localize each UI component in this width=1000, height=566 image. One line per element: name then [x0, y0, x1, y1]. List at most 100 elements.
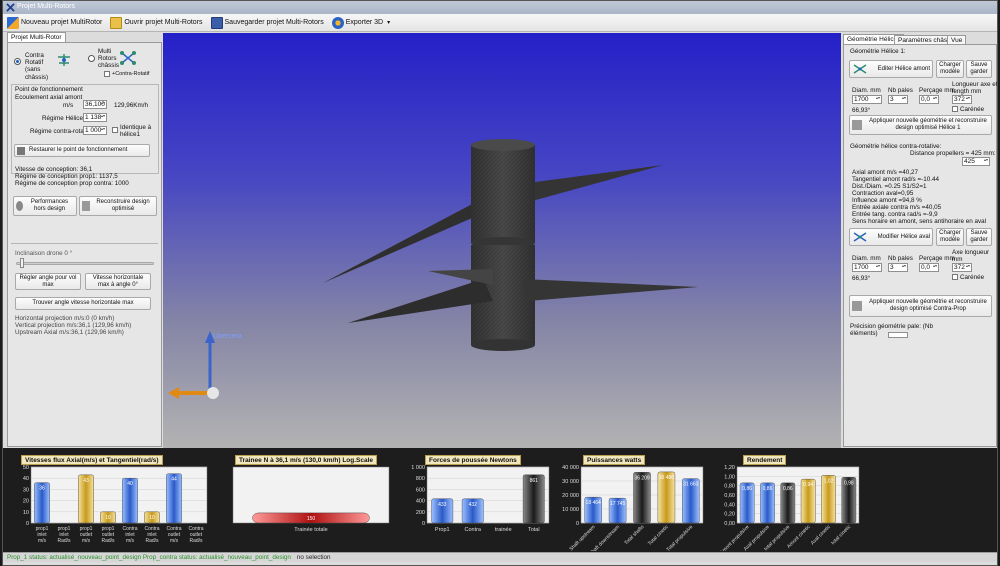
chart-flux-speeds: 50 40 30 20 10 0 36 prop1 inlet m/s prop1 inlet Rad/…: [23, 465, 208, 544]
perf-icon: [16, 201, 23, 211]
radio-contra-rotatif-label: Contra Rotatif (sans châssis): [25, 52, 49, 81]
precision-select[interactable]: [888, 332, 908, 338]
carenee-checkbox[interactable]: [952, 106, 958, 112]
y-tick-label: 600: [416, 487, 425, 493]
axial-speed-input[interactable]: 36,100: [83, 100, 107, 109]
y-tick-label: 20 000: [562, 493, 579, 499]
new-project-button[interactable]: Nouveau projet MultiRotor: [7, 16, 102, 29]
radio-contra-rotatif[interactable]: [14, 58, 21, 65]
status-bar: Prop_1 status: actualisé_nouveau_point_d…: [3, 552, 997, 562]
export-3d-icon: [331, 16, 344, 29]
performances-button[interactable]: Performances hors design: [13, 196, 77, 216]
data-label: 150: [307, 516, 316, 522]
identical-checkbox[interactable]: [112, 127, 118, 133]
regime1-label: Régime Hélice1: [42, 115, 87, 122]
y-tick-label: 0,40: [724, 502, 735, 508]
y-tick-label: 1,20: [724, 465, 735, 471]
chart-power: 40 000 30 000 20 000 10 000 0 18 464 Shaft ups…: [562, 465, 704, 551]
angle2-value: 66,93°: [852, 275, 871, 282]
save-project-button[interactable]: Sauvegarder projet Multi-Rotors: [210, 16, 324, 29]
y-tick-label: 800: [416, 476, 425, 482]
diam2-input[interactable]: 1700: [852, 263, 882, 272]
data-label: 31 663: [683, 482, 699, 488]
edit-helice-amont-button[interactable]: Editer Hélice amont: [849, 60, 933, 78]
diam-input[interactable]: 1700: [852, 95, 882, 104]
axial-kmh-value: 129,96Km/h: [114, 102, 148, 109]
percage2-input[interactable]: 0,0: [919, 263, 939, 272]
angle-vol-max-button[interactable]: Régler angle pour vol max: [15, 273, 81, 290]
nb-pales-label: Nb pales: [888, 87, 913, 94]
x-tick-label: prop1 inlet m/s: [36, 526, 49, 544]
save-icon: [210, 16, 223, 29]
identical-label: Identique à hélice1: [120, 124, 152, 139]
app-window: Projet Multi-Rotors Nouveau projet Multi…: [2, 0, 998, 566]
percage-input[interactable]: 0,0: [919, 95, 939, 104]
vitesse-max-button[interactable]: Vitesse horizontale max à angle 0°: [85, 273, 151, 290]
y-tick-label: 400: [416, 499, 425, 505]
y-tick-label: 0: [576, 521, 579, 527]
diam-label: Diam. mm: [852, 87, 881, 94]
x-tick-label: prop1 inlet Rad/s: [57, 526, 71, 544]
contra-rotatif-checkbox-label: +Contra-Rotatif: [112, 71, 150, 77]
data-label: 10: [105, 515, 111, 521]
restore-operating-point-button[interactable]: Restaurer le point de fonctionnement: [14, 144, 150, 157]
reconstruct-icon: [82, 201, 91, 211]
x-tick-label: prop1 outlet m/s: [80, 526, 93, 544]
regime-contra-input[interactable]: 1 000: [83, 126, 107, 135]
data-label: 0,94: [803, 482, 813, 488]
inclination-slider-thumb[interactable]: [20, 258, 24, 268]
contra-rotatif-checkbox[interactable]: [104, 71, 110, 77]
x-tick-label: Contra inlet Rad/s: [144, 526, 159, 544]
left-panel: Contra Rotatif (sans châssis) Multi Roto…: [7, 42, 162, 447]
y-tick-label: 0: [422, 521, 425, 527]
y-tick-label: 1,00: [724, 474, 735, 480]
save-model-button[interactable]: Sauve garder: [966, 60, 992, 78]
load-model2-button[interactable]: Charger modèle: [936, 228, 964, 246]
regime1-input[interactable]: 1 138: [83, 113, 107, 122]
reconstruct-button[interactable]: Reconstruire design optimisé: [79, 196, 157, 216]
save-model2-button[interactable]: Sauve garder: [966, 228, 992, 246]
x-tick-label: Contra: [464, 527, 481, 533]
x-tick-label: Contra outlet m/s: [166, 526, 181, 544]
propeller-3d-model: Upersera: [168, 139, 698, 399]
angle1-value: 66,93°: [852, 107, 871, 114]
percage-label: Perçage mm: [919, 87, 955, 94]
info-line-7: Sens horaire en amont, sens antihoraire …: [852, 218, 987, 225]
axe2-input[interactable]: 372: [952, 263, 972, 272]
inclination-slider[interactable]: [16, 262, 154, 265]
y-tick-label: 40 000: [562, 465, 579, 471]
longueur-input[interactable]: 372: [952, 95, 972, 104]
data-label: 432: [469, 502, 478, 508]
data-label: 36: [39, 486, 45, 492]
geom1-title: Géométrie Hélice 1:: [850, 48, 906, 55]
apply-geometry-contra-button[interactable]: Appliquer nouvelle géométrie et reconstr…: [849, 295, 992, 317]
nb-pales2-input[interactable]: 3: [888, 263, 908, 272]
y-tick-label: 30: [23, 487, 29, 493]
export-3d-button[interactable]: Exporter 3D ▾: [331, 16, 391, 29]
distance-input[interactable]: 425: [962, 157, 990, 166]
inclination-label: Inclinaison drone 0 °: [15, 250, 73, 257]
radio-multi-rotors[interactable]: [88, 55, 95, 62]
apply-geometry-helice1-button[interactable]: Appliquer nouvelle géométrie et reconstr…: [849, 115, 992, 135]
data-label: 40: [127, 481, 133, 487]
find-angle-button[interactable]: Trouver angle vitesse horizontale max: [15, 297, 151, 310]
3d-viewport[interactable]: Upersera: [163, 33, 841, 448]
new-project-icon: [7, 16, 19, 29]
y-tick-label: 40: [23, 476, 29, 482]
carenee2-checkbox[interactable]: [952, 274, 958, 280]
x-tick-label: prop1 outlet Rad/s: [101, 526, 115, 544]
diam2-label: Diam. mm: [852, 255, 881, 262]
axis-gizmo[interactable]: [168, 331, 219, 399]
modify-helice-aval-button[interactable]: Modifier Hélice aval: [849, 228, 933, 246]
load-model-button[interactable]: Charger modèle: [936, 60, 964, 78]
data-label: 0,86: [783, 486, 793, 492]
y-tick-label: 1 000: [411, 465, 425, 471]
chevron-down-icon: ▾: [387, 20, 391, 26]
data-label: 433: [438, 502, 447, 508]
open-project-button[interactable]: Ouvrir projet Multi-Rotors: [110, 16, 203, 29]
carenee2-label: Carénée: [960, 274, 985, 281]
x-tick-label: Total propulsive: [665, 524, 694, 551]
x-tick-label: Trainée totale: [294, 527, 327, 533]
chart-thrust: 1 000 800 600 400 200 0 433 Prop1 432 Contra train…: [411, 465, 550, 533]
nb-pales-input[interactable]: 3: [888, 95, 908, 104]
